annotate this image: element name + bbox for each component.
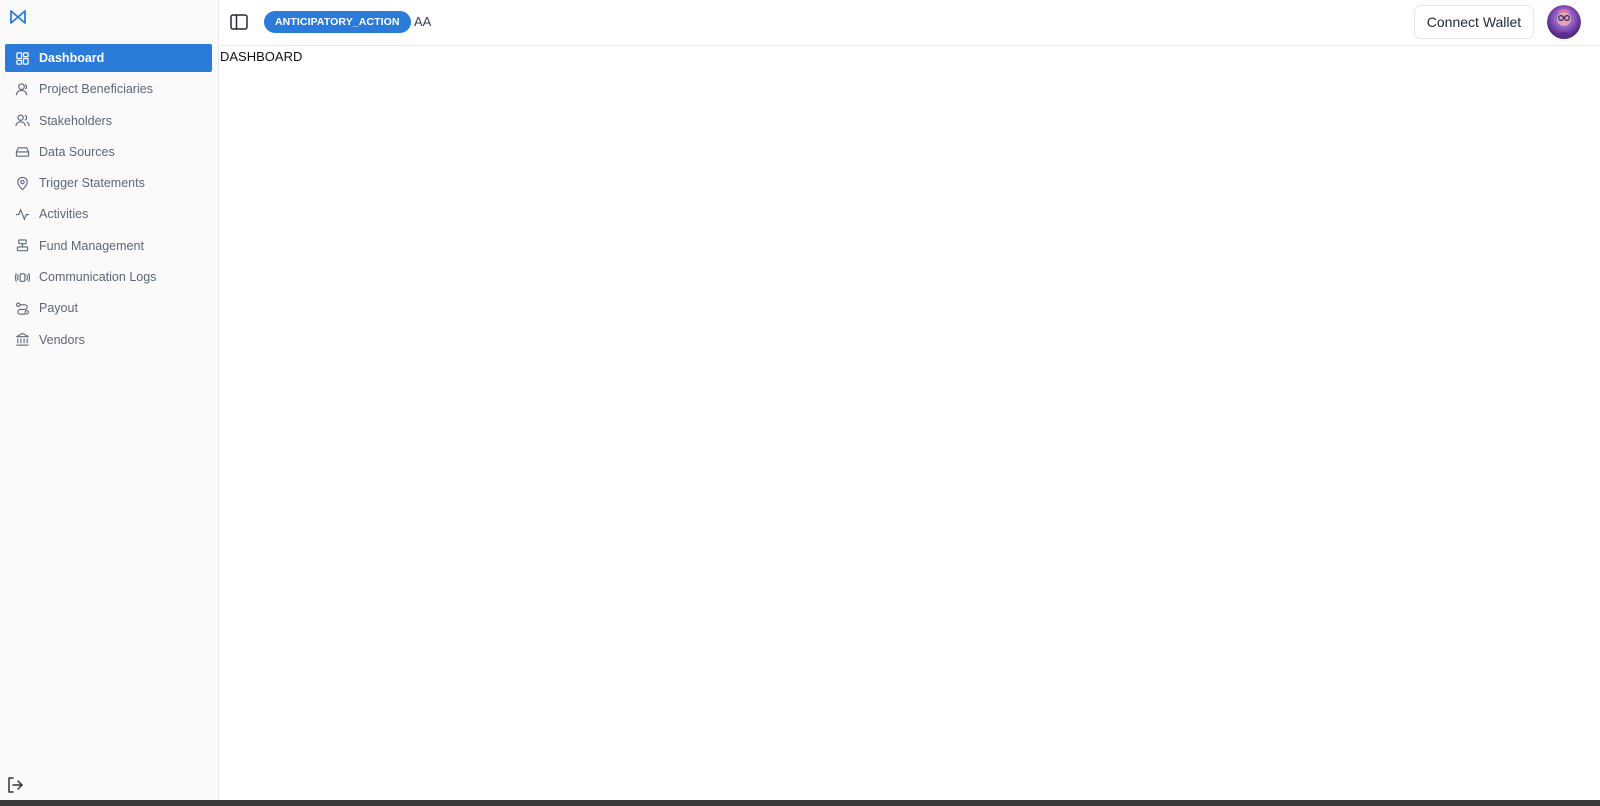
broadcast-icon [14,269,30,285]
users-icon [14,113,30,129]
sidebar-item-label: Payout [39,301,78,316]
sidebar: Dashboard Project Beneficiaries Stakehol… [0,0,219,800]
align-center-icon [14,238,30,254]
sidebar-nav: Dashboard Project Beneficiaries Stakehol… [5,44,212,357]
app-logo-icon[interactable] [9,8,27,26]
sidebar-item-dashboard[interactable]: Dashboard [5,44,212,72]
page-title: DASHBOARD [220,49,303,64]
hard-drive-icon [14,144,30,160]
connect-wallet-button[interactable]: Connect Wallet [1414,5,1534,39]
sidebar-item-data-sources[interactable]: Data Sources [5,138,212,166]
sidebar-item-communication-logs[interactable]: Communication Logs [5,263,212,291]
sidebar-item-label: Dashboard [39,51,105,65]
sidebar-item-trigger-statements[interactable]: Trigger Statements [5,169,212,197]
sidebar-item-label: Vendors [39,332,85,347]
sidebar-item-activities[interactable]: Activities [5,200,212,228]
route-icon [14,300,30,316]
sidebar-item-label: Activities [39,207,89,222]
shield-icon [14,175,30,191]
sidebar-toggle-icon[interactable] [229,12,249,32]
sidebar-item-label: Project Beneficiaries [39,82,153,97]
project-code-text: AA [414,14,432,29]
window-bottom-edge [0,800,1600,806]
sidebar-item-label: Communication Logs [39,270,157,285]
avatar[interactable] [1547,5,1581,39]
logout-icon[interactable] [6,776,24,794]
sidebar-item-label: Stakeholders [39,113,112,128]
grid-icon [14,50,30,66]
sidebar-item-label: Trigger Statements [39,176,145,191]
app-window: Dashboard Project Beneficiaries Stakehol… [0,0,1600,806]
activity-icon [14,206,30,222]
project-type-badge: ANTICIPATORY_ACTION [264,11,411,33]
user-icon [14,81,30,97]
sidebar-item-vendors[interactable]: Vendors [5,326,212,354]
sidebar-item-fund-management[interactable]: Fund Management [5,232,212,260]
top-bar: ANTICIPATORY_ACTION AA Connect Wallet [220,0,1600,46]
sidebar-item-label: Data Sources [39,144,115,159]
sidebar-item-payout[interactable]: Payout [5,294,212,322]
sidebar-item-label: Fund Management [39,238,144,253]
sidebar-item-stakeholders[interactable]: Stakeholders [5,107,212,135]
sidebar-item-project-beneficiaries[interactable]: Project Beneficiaries [5,75,212,103]
landmark-icon [14,332,30,348]
